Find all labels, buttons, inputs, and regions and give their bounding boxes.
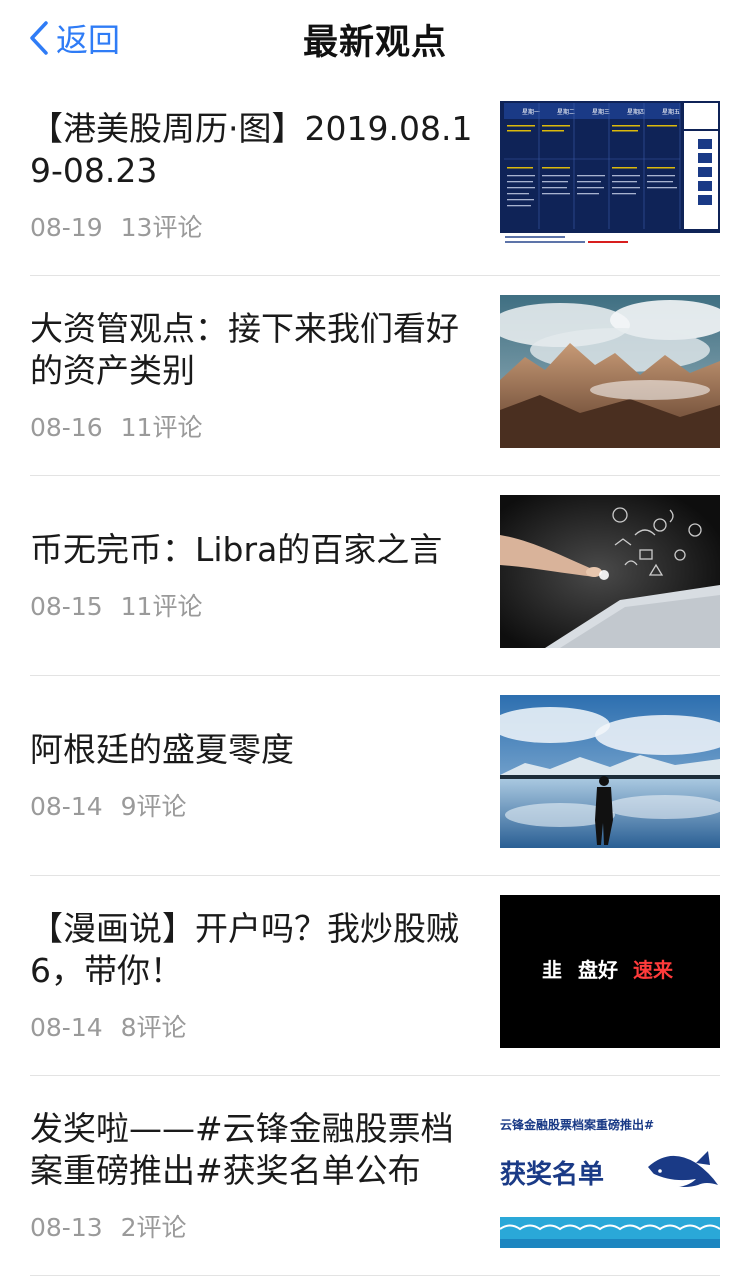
article-comments: 2评论 [120,1213,187,1242]
lake-thumbnail-image [500,695,720,848]
article-text: 阿根廷的盛夏零度 08-14 9评论 [30,676,475,876]
article-title: 阿根廷的盛夏零度 [30,730,294,769]
article-item[interactable]: 发奖啦——#云锋金融股票档案重磅推出#获奖名单公布 08-13 2评论 云锋金融股… [0,1076,750,1276]
article-meta: 08-14 8评论 [30,1008,475,1044]
row-divider [30,1275,720,1276]
article-title: 【港美股周历·图】2019.08.19-08.23 [30,109,473,190]
article-date: 08-16 [30,413,103,442]
article-comments: 11评论 [120,592,203,621]
article-thumbnail: 韭 盘好 速来 [500,895,720,1048]
article-list: 【港美股周历·图】2019.08.19-08.23 08-19 13评论 星期一 … [0,76,750,1276]
article-item[interactable]: 币无完币：Libra的百家之言 08-15 11评论 [0,476,750,676]
article-thumbnail [500,295,720,448]
calendar-thumbnail-image: 星期一 星期二 星期三 星期四 星期五 [500,95,720,248]
article-title: 发奖啦——#云锋金融股票档案重磅推出#获奖名单公布 [30,1109,454,1190]
comic-word: 速来 [633,958,674,982]
article-item[interactable]: 阿根廷的盛夏零度 08-14 9评论 [0,676,750,876]
comic-thumbnail-image: 韭 盘好 速来 [500,895,720,1048]
article-text: 币无完币：Libra的百家之言 08-15 11评论 [30,476,475,676]
comic-word: 韭 [542,958,562,982]
cal-header: 星期三 [592,108,610,116]
cal-header: 星期一 [522,108,540,116]
article-date: 08-13 [30,1213,103,1242]
article-text: 发奖啦——#云锋金融股票档案重磅推出#获奖名单公布 08-13 2评论 [30,1076,475,1276]
article-title: 币无完币：Libra的百家之言 [30,530,443,569]
touchscreen-thumbnail-image [500,495,720,648]
article-date: 08-14 [30,1013,103,1042]
cal-header: 星期二 [557,108,575,116]
award-title: 获奖名单 [500,1159,604,1190]
page-title: 最新观点 [302,23,447,63]
article-date: 08-19 [30,213,103,242]
article-title: 【漫画说】开户吗？我炒股贼6，带你！ [30,909,459,990]
article-text: 大资管观点：接下来我们看好的资产类别 08-16 11评论 [30,276,475,476]
article-meta: 08-13 2评论 [30,1208,475,1244]
article-thumbnail [500,495,720,648]
mountain-thumbnail-image [500,295,720,448]
article-title: 大资管观点：接下来我们看好的资产类别 [30,309,459,390]
article-meta: 08-16 11评论 [30,408,475,444]
comic-word: 盘好 [578,958,618,982]
article-date: 08-14 [30,792,103,821]
article-date: 08-15 [30,592,103,621]
cal-header: 星期四 [627,108,645,116]
nav-bar: 返回 最新观点 [0,0,750,78]
article-item[interactable]: 大资管观点：接下来我们看好的资产类别 08-16 11评论 [0,276,750,476]
article-meta: 08-15 11评论 [30,587,475,623]
article-comments: 9评论 [120,792,187,821]
article-thumbnail: 星期一 星期二 星期三 星期四 星期五 [500,95,720,248]
article-comments: 11评论 [120,413,203,442]
award-thumbnail-image: 云锋金融股票档案重磅推出# 获奖名单 [500,1095,720,1248]
article-comments: 13评论 [120,213,203,242]
article-text: 【港美股周历·图】2019.08.19-08.23 08-19 13评论 [30,76,475,276]
cal-header: 星期五 [662,108,680,116]
article-item[interactable]: 【港美股周历·图】2019.08.19-08.23 08-19 13评论 星期一 … [0,76,750,276]
article-thumbnail [500,695,720,848]
article-meta: 08-19 13评论 [30,208,475,244]
article-comments: 8评论 [120,1013,187,1042]
article-text: 【漫画说】开户吗？我炒股贼6，带你！ 08-14 8评论 [30,876,475,1076]
article-meta: 08-14 9评论 [30,787,475,823]
article-item[interactable]: 【漫画说】开户吗？我炒股贼6，带你！ 08-14 8评论 韭 盘好 速来 [0,876,750,1076]
award-banner: 云锋金融股票档案重磅推出# [500,1117,654,1132]
article-thumbnail: 云锋金融股票档案重磅推出# 获奖名单 [500,1095,720,1248]
